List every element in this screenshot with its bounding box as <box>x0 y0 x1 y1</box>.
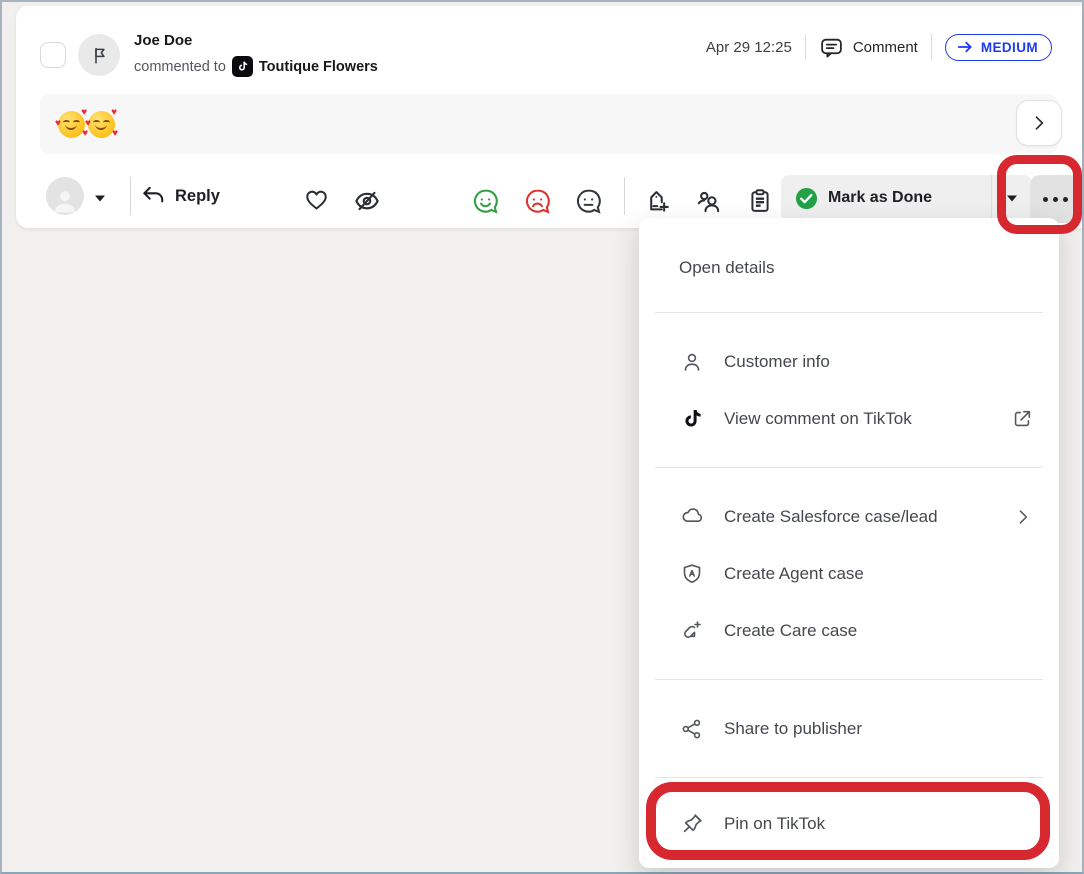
reply-as-caret[interactable] <box>92 190 108 206</box>
menu-item-create-care-case[interactable]: Create Care case <box>639 602 1059 659</box>
more-icon <box>1043 197 1048 202</box>
screenshot-frame: Joe Doe commented to Toutique Flowers Ap… <box>0 0 1084 874</box>
reply-icon <box>140 183 166 209</box>
agent-shield-icon <box>680 562 704 586</box>
assign-user-button[interactable] <box>694 187 723 216</box>
timestamp: Apr 29 12:25 <box>706 39 792 56</box>
heart-face-emoji: ♥♥♥ <box>58 111 85 138</box>
chevron-right-icon <box>1013 507 1033 527</box>
select-checkbox[interactable] <box>40 42 66 68</box>
user-icon <box>680 350 704 374</box>
caret-down-icon <box>92 190 108 206</box>
comment-bubble-icon <box>819 35 844 60</box>
divider <box>130 177 131 215</box>
heart-icon <box>303 186 330 213</box>
neutral-sentiment-icon <box>574 187 603 216</box>
menu-item-view-on-tiktok[interactable]: View comment on TikTok <box>639 390 1059 447</box>
neutral-sentiment-button[interactable] <box>574 187 603 216</box>
share-icon <box>680 717 704 741</box>
menu-item-create-agent-case[interactable]: Create Agent case <box>639 545 1059 602</box>
menu-item-open-details[interactable]: Open details <box>639 239 1059 296</box>
heart-face-emoji: ♥♥♥ <box>88 111 115 138</box>
author-avatar[interactable] <box>78 34 120 76</box>
task-button[interactable] <box>746 187 774 215</box>
author-name[interactable]: Joe Doe <box>134 32 192 49</box>
comment-card: Joe Doe commented to Toutique Flowers Ap… <box>16 6 1082 228</box>
comment-context: commented to Toutique Flowers <box>134 56 378 77</box>
comment-text: ♥♥♥ ♥♥♥ <box>40 94 1058 154</box>
menu-item-share-to-publisher[interactable]: Share to publisher <box>639 700 1059 757</box>
tag-plus-icon <box>643 187 672 216</box>
more-options-button[interactable] <box>1030 175 1080 223</box>
clipboard-icon <box>746 187 774 215</box>
eye-off-icon <box>352 186 382 216</box>
done-options-caret[interactable] <box>992 175 1032 221</box>
add-tag-button[interactable] <box>643 187 672 216</box>
menu-item-customer-info[interactable]: Customer info <box>639 333 1059 390</box>
flag-icon <box>89 45 110 66</box>
external-link-icon <box>1011 408 1033 430</box>
arrow-right-icon <box>957 40 974 54</box>
account-name[interactable]: Toutique Flowers <box>259 59 378 75</box>
check-circle-icon <box>795 187 818 210</box>
negative-sentiment-icon <box>523 187 552 216</box>
positive-sentiment-icon <box>471 187 500 216</box>
divider <box>805 34 806 60</box>
message-meta: Apr 29 12:25 Comment MEDIUM <box>706 32 1052 62</box>
menu-item-pin-on-tiktok[interactable]: Pin on TikTok <box>639 795 1059 852</box>
caret-down-icon <box>1004 190 1020 206</box>
reply-as-avatar[interactable] <box>46 177 84 215</box>
care-case-icon <box>680 619 704 643</box>
expand-comment-button[interactable] <box>1016 100 1062 146</box>
negative-sentiment-button[interactable] <box>523 187 552 216</box>
salesforce-cloud-icon <box>680 504 705 529</box>
chevron-right-icon <box>1029 113 1049 133</box>
more-options-menu: Open details Customer info View comment … <box>639 218 1059 868</box>
tiktok-badge-icon <box>232 56 253 77</box>
positive-sentiment-button[interactable] <box>471 187 500 216</box>
tiktok-icon <box>680 407 704 431</box>
priority-badge[interactable]: MEDIUM <box>945 34 1052 61</box>
divider <box>624 177 625 215</box>
hide-button[interactable] <box>352 186 382 216</box>
mark-as-done-button[interactable]: Mark as Done <box>781 175 1032 221</box>
like-button[interactable] <box>303 186 330 213</box>
menu-item-create-salesforce-case[interactable]: Create Salesforce case/lead <box>639 488 1059 545</box>
action-text: commented to <box>134 59 226 75</box>
pin-icon <box>680 811 705 836</box>
divider <box>931 34 932 60</box>
reply-button[interactable]: Reply <box>140 181 220 211</box>
message-type: Comment <box>819 35 918 60</box>
users-icon <box>694 187 723 216</box>
